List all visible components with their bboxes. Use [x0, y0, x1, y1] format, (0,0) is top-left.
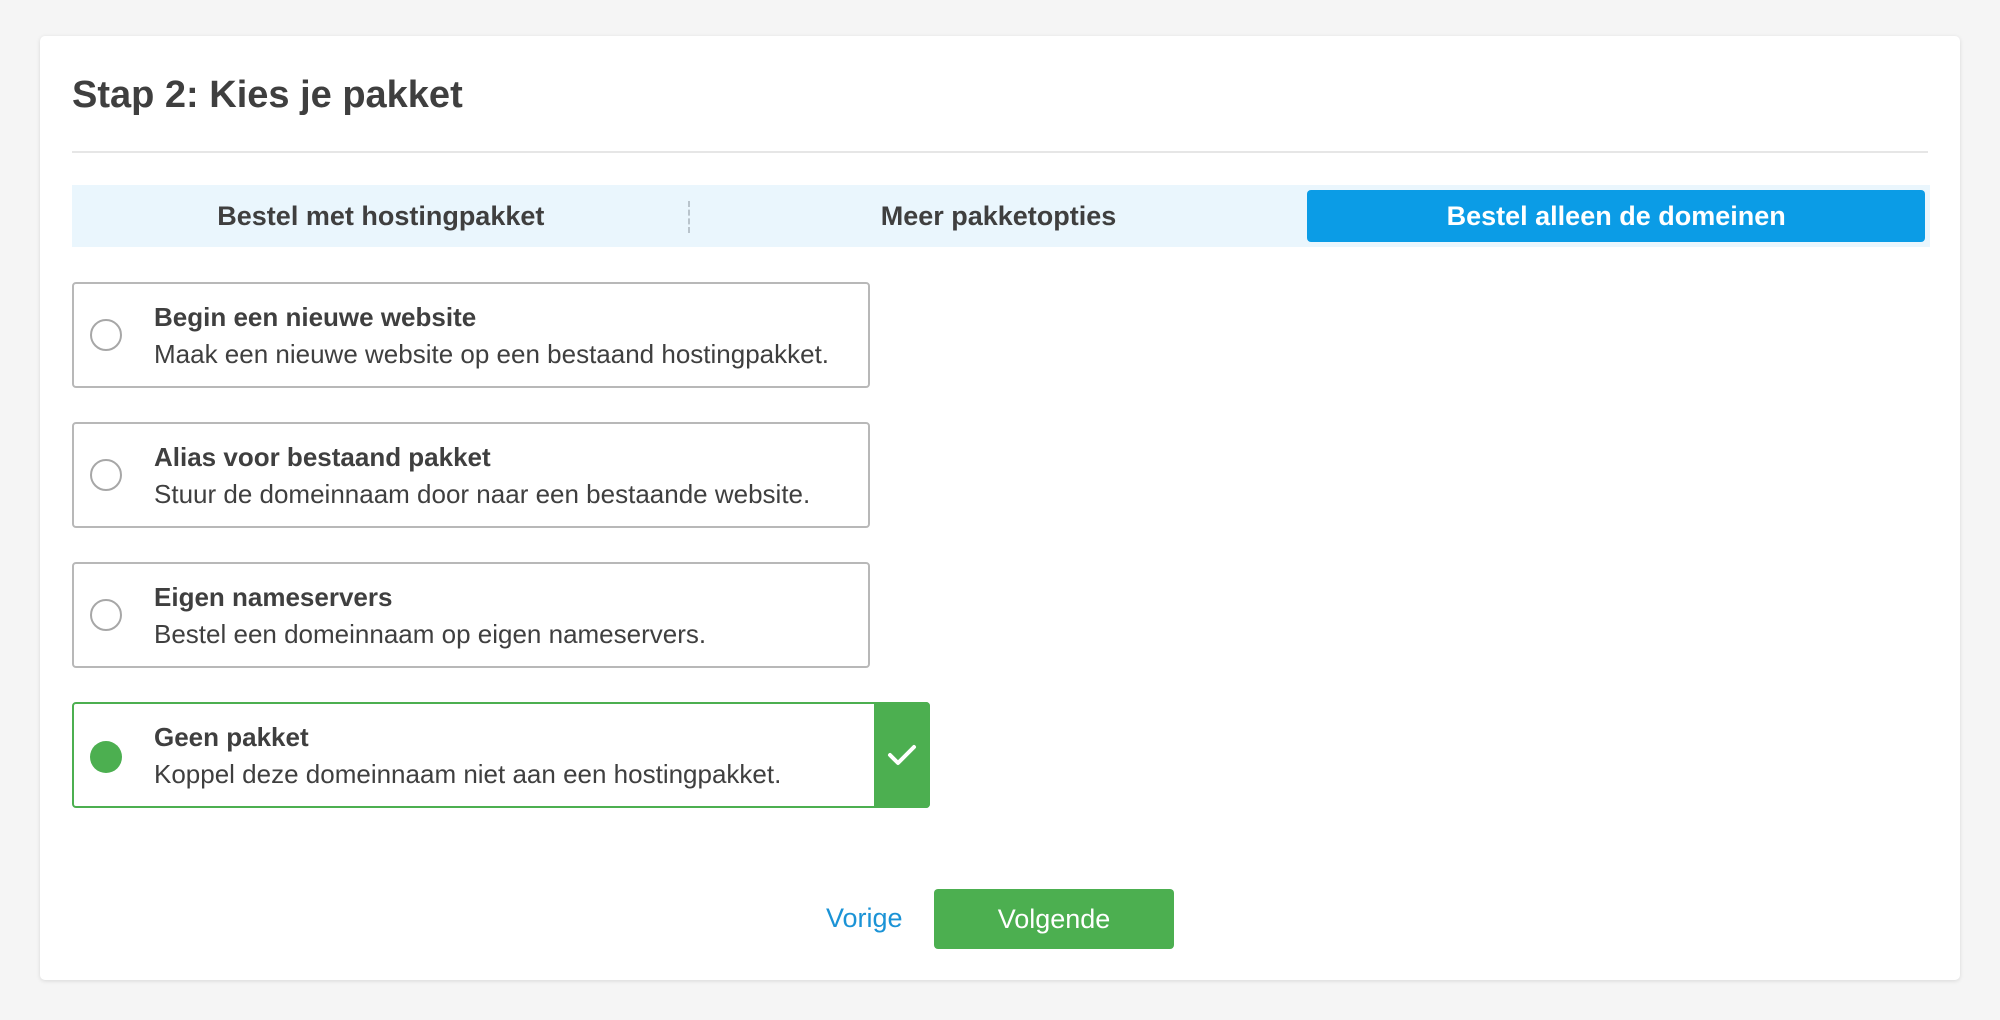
- option-title: Alias voor bestaand pakket: [154, 442, 491, 472]
- radio-button[interactable]: [90, 599, 122, 631]
- option-no-package[interactable]: Geen pakket Koppel deze domeinnaam niet …: [72, 702, 930, 808]
- next-button[interactable]: Volgende: [934, 889, 1174, 949]
- page-title: Stap 2: Kies je pakket: [72, 74, 463, 116]
- tab-domains-only[interactable]: Bestel alleen de domeinen: [1307, 190, 1926, 242]
- option-alias-existing-package[interactable]: Alias voor bestaand pakket Stuur de dome…: [72, 422, 870, 528]
- option-title: Begin een nieuwe website: [154, 302, 477, 332]
- tab-more-package-options[interactable]: Meer pakketopties: [690, 185, 1308, 247]
- option-description: Maak een nieuwe website op een bestaand …: [154, 339, 830, 369]
- previous-link[interactable]: Vorige: [826, 903, 903, 934]
- title-divider: [72, 151, 1928, 153]
- option-title: Eigen nameservers: [154, 582, 393, 612]
- radio-button-selected[interactable]: [90, 741, 122, 773]
- option-new-website[interactable]: Begin een nieuwe website Maak een nieuwe…: [72, 282, 870, 388]
- order-step-card: Stap 2: Kies je pakket Bestel met hostin…: [40, 36, 1960, 980]
- selected-check-strip: [874, 702, 930, 808]
- option-description: Koppel deze domeinnaam niet aan een host…: [154, 759, 782, 789]
- radio-button[interactable]: [90, 459, 122, 491]
- step-navigation: Vorige Volgende: [40, 889, 1960, 949]
- radio-button[interactable]: [90, 319, 122, 351]
- order-type-tabs: Bestel met hostingpakket Meer pakketopti…: [72, 185, 1930, 247]
- option-own-nameservers[interactable]: Eigen nameservers Bestel een domeinnaam …: [72, 562, 870, 668]
- option-description: Bestel een domeinnaam op eigen nameserve…: [154, 619, 707, 649]
- option-description: Stuur de domeinnaam door naar een bestaa…: [154, 479, 811, 509]
- option-title: Geen pakket: [154, 722, 309, 752]
- check-icon: [888, 745, 916, 765]
- tab-hosting-package[interactable]: Bestel met hostingpakket: [72, 185, 690, 247]
